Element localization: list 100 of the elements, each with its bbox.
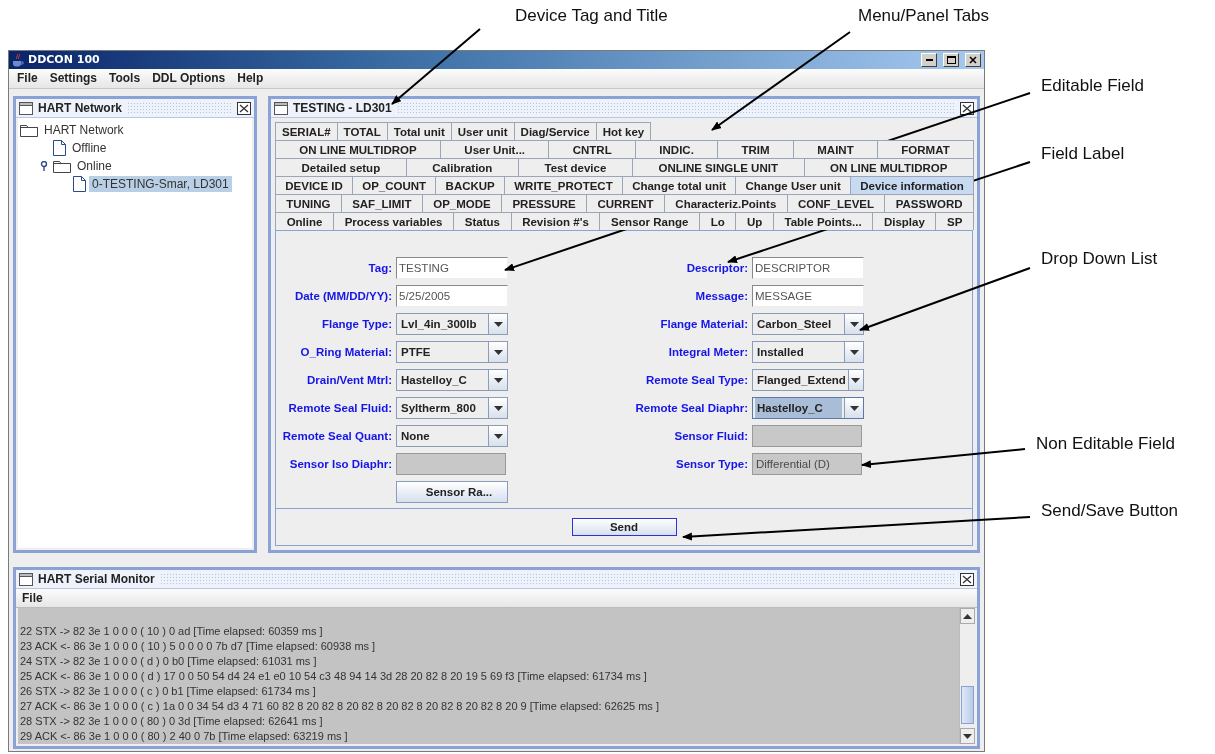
minimize-button[interactable] [921, 52, 937, 67]
callout-label: Field Label [1041, 144, 1125, 164]
window-icon [19, 101, 33, 115]
tab[interactable]: TUNING [275, 194, 342, 212]
tree-item[interactable]: 0-TESTING-Smar, LD301 [89, 176, 232, 192]
menu-item[interactable]: Tools [109, 71, 141, 86]
tab[interactable]: Online [275, 212, 335, 230]
expanded-handle-icon[interactable] [40, 161, 50, 171]
caret-icon[interactable] [844, 398, 863, 418]
log-line: 27 ACK <- 86 3e 1 0 0 0 ( c ) 1a 0 0 34 54 d3 4 71 60 82 8 20 82 8 20 82 8 20 82 8 20 82 8 20 82 8 20 9 [Time elapsed: 62625 ms ] [20, 699, 660, 714]
callout-label: Editable Field [1041, 76, 1144, 96]
field-label: Sensor Iso Diaphr: [288, 458, 392, 470]
field-label: Drain/Vent Mtrl: [306, 374, 392, 386]
field-label: Flange Type: [320, 318, 392, 330]
log-line: 25 ACK <- 86 3e 1 0 0 0 ( d ) 17 0 0 50 54 d4 24 e1 e0 10 54 c3 48 94 14 3d 28 20 82 8 20 19 5 69 f3 [Time elapsed: 61734 ms ] [20, 669, 648, 684]
close-button[interactable] [960, 101, 974, 115]
tab[interactable]: Change User unit [735, 176, 851, 194]
log-line: 24 STX -> 82 3e 1 0 0 0 ( d ) 0 b0 [Time elapsed: 61031 ms ] [20, 654, 318, 669]
tab[interactable]: CONF_LEVEL [786, 194, 886, 212]
log-line: 28 STX -> 82 3e 1 0 0 0 ( 80 ) 0 3d [Time elapsed: 62641 ms ] [20, 714, 324, 729]
caret-icon[interactable] [488, 398, 507, 418]
tab[interactable]: WRITE_PROTECT [504, 176, 623, 194]
tab[interactable]: ON LINE MULTIDROP [803, 158, 974, 176]
tab[interactable]: Display [872, 212, 937, 230]
menu-item[interactable]: Settings [49, 71, 97, 86]
tab[interactable]: Device information [849, 176, 974, 194]
input-field[interactable]: MESSAGE [752, 285, 864, 307]
caret-icon[interactable] [488, 342, 507, 362]
caret-icon[interactable] [488, 370, 507, 390]
caret-icon[interactable] [488, 426, 507, 446]
tree-item[interactable]: Online [74, 158, 115, 174]
tab[interactable]: Up [735, 212, 774, 230]
send-button[interactable]: Send [571, 518, 677, 536]
folder-icon [53, 159, 71, 173]
panel-title: HART Network [38, 101, 122, 115]
caret-icon[interactable] [847, 370, 863, 390]
field-label: Descriptor: [685, 262, 748, 274]
tab[interactable]: Diag/Service [513, 122, 597, 140]
document-icon [53, 140, 66, 156]
dropdown[interactable]: Lvl_4in_300lb [396, 313, 508, 335]
tab[interactable]: SP [935, 212, 975, 230]
callout-label: Send/Save Button [1041, 501, 1179, 521]
scroll-down-icon[interactable] [960, 728, 975, 744]
input-field[interactable]: 5/25/2005 [396, 285, 508, 307]
field-label: O_Ring Material: [299, 346, 392, 358]
tab[interactable]: Sensor Range [599, 212, 700, 230]
dropdown[interactable]: None [396, 425, 508, 447]
caret-icon[interactable] [844, 342, 863, 362]
tab[interactable]: Change total unit [621, 176, 737, 194]
maximize-button[interactable] [943, 52, 959, 67]
document-icon [73, 176, 86, 192]
window-icon [274, 101, 288, 115]
field-label: Remote Seal Quant: [281, 430, 392, 442]
close-button[interactable] [237, 101, 251, 115]
tab[interactable]: ON LINE MULTIDROP [275, 140, 441, 158]
callout-label: Non Editable Field [1036, 434, 1175, 454]
sensor-range-button[interactable]: Sensor Ra... [396, 481, 508, 503]
menu-item[interactable]: File [17, 71, 38, 86]
tab[interactable]: Detailed setup [275, 158, 407, 176]
tab[interactable]: Hot key [595, 122, 652, 140]
tab[interactable]: SAF_LIMIT [340, 194, 423, 212]
tab[interactable]: ONLINE SINGLE UNIT [631, 158, 805, 176]
field-label: Integral Meter: [667, 346, 748, 358]
dropdown[interactable]: Flanged_Extend [752, 369, 864, 391]
caret-icon[interactable] [844, 314, 863, 334]
close-button[interactable] [960, 572, 974, 586]
readonly-field: Differential (D) [752, 453, 862, 475]
panel-title: TESTING - LD301 [293, 101, 392, 115]
scroll-up-icon[interactable] [960, 608, 975, 624]
tab[interactable]: Table Points... [772, 212, 874, 230]
tab[interactable]: OP_MODE [421, 194, 503, 212]
tab[interactable]: OP_COUNT [352, 176, 437, 194]
tab[interactable]: MAINT [792, 140, 878, 158]
tab[interactable]: PASSWORD [884, 194, 974, 212]
callout-label: Drop Down List [1041, 249, 1158, 269]
coffee-cup-icon [12, 52, 24, 67]
menu-item[interactable]: Help [237, 71, 264, 86]
tab[interactable]: FORMAT [877, 140, 974, 158]
tab[interactable]: DEVICE ID [275, 176, 353, 194]
tree-item[interactable]: Offline [69, 140, 110, 156]
dropdown[interactable]: PTFE [396, 341, 508, 363]
caret-icon[interactable] [488, 314, 507, 334]
dropdown[interactable]: Hastelloy_C [752, 397, 864, 419]
scroll-thumb[interactable] [961, 686, 974, 724]
tree-item[interactable]: HART Network [41, 122, 127, 138]
menu-item[interactable]: File [22, 591, 43, 605]
menu-item[interactable]: DDL Options [152, 71, 226, 86]
tab[interactable]: SERIAL# [275, 122, 338, 140]
dropdown[interactable]: Hastelloy_C [396, 369, 508, 391]
scroll-bar[interactable] [959, 608, 975, 744]
input-field[interactable]: DESCRIPTOR [752, 257, 864, 279]
dropdown[interactable]: Carbon_Steel [752, 313, 864, 335]
tab[interactable]: Characteriz.Points [664, 194, 788, 212]
dropdown[interactable]: Installed [752, 341, 864, 363]
dropdown[interactable]: Syltherm_800 [396, 397, 508, 419]
log-line: 23 ACK <- 86 3e 1 0 0 0 ( 10 ) 5 0 0 0 0 7b d7 [Time elapsed: 60938 ms ] [20, 639, 377, 654]
panel-title: HART Serial Monitor [38, 572, 155, 586]
input-field[interactable]: TESTING [396, 257, 508, 279]
window-title: DDCON 100 [28, 53, 100, 67]
field-label: Sensor Fluid: [673, 430, 748, 442]
